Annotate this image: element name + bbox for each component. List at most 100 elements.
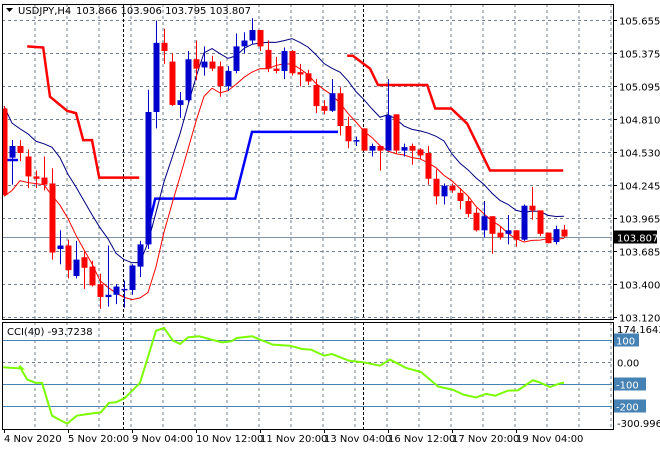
bear-candle[interactable]: [513, 230, 520, 247]
candle-body: [81, 257, 88, 268]
bear-candle[interactable]: [489, 216, 496, 254]
bear-candle[interactable]: [545, 232, 552, 244]
bull-candle[interactable]: [137, 240, 144, 278]
candle-body: [241, 40, 248, 47]
bull-candle[interactable]: [201, 46, 208, 76]
triangle-down-icon[interactable]: [6, 8, 13, 12]
candle-body: [561, 229, 568, 237]
candle-body: [513, 230, 520, 240]
time-axis-label: 11 Nov 20:00: [260, 434, 327, 445]
candle-body: [353, 140, 360, 142]
candle-body: [465, 201, 472, 214]
candle-body: [393, 114, 400, 151]
cci-panel[interactable]: [2, 326, 613, 425]
bear-candle[interactable]: [161, 28, 168, 64]
bear-candle[interactable]: [169, 53, 176, 107]
time-axis-label: 4 Nov 2020: [4, 434, 62, 445]
cci-line: [3, 326, 565, 425]
bear-candle[interactable]: [529, 186, 536, 220]
bear-candle[interactable]: [49, 168, 56, 260]
cci-level-label: -100: [616, 381, 639, 392]
bull-candle[interactable]: [185, 51, 192, 103]
candle-body: [249, 29, 256, 41]
bull-candle[interactable]: [369, 143, 376, 157]
bull-candle[interactable]: [57, 230, 64, 265]
candle-body: [273, 68, 280, 71]
upper-step-line: [347, 54, 564, 172]
bear-candle[interactable]: [17, 140, 24, 162]
candle-body: [113, 286, 120, 295]
bear-candle[interactable]: [473, 208, 480, 232]
bear-candle[interactable]: [65, 239, 72, 279]
bear-candle[interactable]: [209, 55, 216, 71]
bear-candle[interactable]: [193, 40, 200, 81]
bull-candle[interactable]: [73, 240, 80, 279]
bull-candle[interactable]: [521, 204, 528, 241]
bear-candle[interactable]: [433, 169, 440, 205]
candle-body: [33, 176, 40, 179]
candle-body: [121, 288, 128, 291]
bull-candle[interactable]: [329, 79, 336, 112]
candle-body: [49, 183, 56, 253]
bull-candle[interactable]: [129, 264, 136, 295]
bear-candle[interactable]: [321, 100, 328, 115]
chart-canvas[interactable]: 105.655 105.375 105.095 104.810 104.530 104.2…: [0, 0, 660, 450]
bear-candle[interactable]: [89, 260, 96, 287]
bear-candle[interactable]: [425, 145, 432, 185]
candle-body: [57, 245, 64, 250]
bull-candle[interactable]: [353, 136, 360, 146]
bull-candle[interactable]: [113, 284, 120, 305]
candle-body: [89, 266, 96, 286]
price-axis-label: 104.245: [619, 182, 660, 193]
bull-candle[interactable]: [249, 18, 256, 45]
time-axis-label: 5 Nov 20:00: [68, 434, 129, 445]
candle-body: [425, 152, 432, 179]
price-axis-label: 103.400: [619, 281, 660, 292]
bear-candle[interactable]: [561, 224, 568, 238]
bear-candle[interactable]: [393, 114, 400, 155]
bull-candle[interactable]: [233, 33, 240, 74]
bear-candle[interactable]: [417, 148, 424, 159]
bear-candle[interactable]: [97, 273, 104, 309]
bull-candle[interactable]: [145, 89, 152, 250]
candle-body: [377, 145, 384, 151]
bear-candle[interactable]: [257, 29, 264, 52]
bull-candle[interactable]: [553, 225, 560, 245]
candle-body: [473, 212, 480, 231]
candle-body: [73, 259, 80, 276]
cci-max-label: 174.1643: [617, 325, 660, 336]
bear-candle[interactable]: [361, 128, 368, 151]
bear-candle[interactable]: [305, 69, 312, 86]
bear-candle[interactable]: [337, 87, 344, 136]
bear-candle[interactable]: [449, 183, 456, 193]
bull-candle[interactable]: [281, 47, 288, 80]
chart-header: USDJPY,H4 103.866 103.906 103.795 103.80…: [6, 6, 251, 338]
bear-candle[interactable]: [345, 116, 352, 149]
candle-body: [9, 145, 16, 158]
bull-candle[interactable]: [505, 215, 512, 245]
bull-candle[interactable]: [225, 66, 232, 91]
bull-candle[interactable]: [105, 245, 112, 307]
candle-body: [153, 42, 160, 112]
bear-candle[interactable]: [265, 40, 272, 73]
candle-body: [169, 61, 176, 105]
bear-candle[interactable]: [313, 79, 320, 114]
bear-candle[interactable]: [537, 210, 544, 237]
cci-level-label: 100: [616, 337, 635, 348]
bear-candle[interactable]: [377, 145, 384, 171]
bull-candle[interactable]: [153, 20, 160, 129]
cci-min-label: -300.9964: [617, 419, 660, 430]
symbol-label: USDJPY,H4: [18, 6, 71, 17]
bull-candle[interactable]: [441, 183, 448, 205]
candle-body: [137, 244, 144, 267]
bear-candle[interactable]: [81, 251, 88, 289]
bull-candle[interactable]: [481, 201, 488, 238]
candle-body: [457, 192, 464, 202]
price-panel[interactable]: [2, 18, 614, 309]
candle-body: [257, 29, 264, 47]
bear-candle[interactable]: [289, 49, 296, 76]
bull-candle[interactable]: [9, 140, 16, 185]
candle-body: [345, 126, 352, 142]
bull-candle[interactable]: [177, 92, 184, 118]
bear-candle[interactable]: [409, 143, 416, 165]
